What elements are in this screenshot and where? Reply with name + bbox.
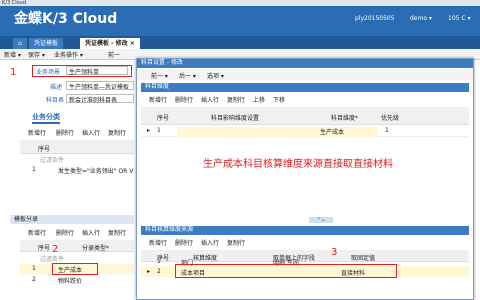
- close-icon[interactable]: ×: [130, 40, 135, 47]
- add-row-button[interactable]: 新增行: [28, 228, 46, 237]
- template-entry-title: 模板分录: [10, 215, 134, 224]
- account-dropdown[interactable]: demo ▾: [410, 15, 432, 22]
- filter-text: 过滤条件: [40, 157, 65, 164]
- delete-row-button[interactable]: 删除行: [175, 95, 193, 104]
- row-text: 发生类型="业务领出" OR V: [58, 168, 134, 175]
- table-row[interactable]: 2 物料跌价: [20, 276, 134, 286]
- nav-next[interactable]: 后一 ▾: [179, 71, 196, 80]
- insert-row-button[interactable]: 插入行: [82, 228, 100, 237]
- left-grid-header: 序号: [20, 140, 134, 154]
- dim-grid-header: 序号 科目影响维度设置 科目维度* 优先级: [141, 107, 469, 125]
- highlight-box-2: [52, 263, 98, 275]
- move-down-button[interactable]: 下移: [273, 95, 285, 104]
- copy-row-button[interactable]: 复制行: [227, 95, 245, 104]
- add-row-button[interactable]: 新增行: [149, 238, 167, 247]
- table-row[interactable]: 1 发生类型="业务领出" OR V: [20, 166, 134, 176]
- copy-row-button[interactable]: 复制行: [108, 228, 126, 237]
- move-up-button[interactable]: 上移: [253, 95, 265, 104]
- col-priority: 优先级: [381, 115, 400, 122]
- desc-input[interactable]: 生产领料单—凭证模板: [66, 81, 134, 90]
- row-no: 2: [32, 276, 36, 283]
- tab-voucher-template-edit[interactable]: 凭证模板 - 修改 ×: [80, 38, 140, 49]
- dialog-toolbar-2: 新增行 删除行 插入行 复制行: [141, 238, 469, 248]
- left-toolbar: 新增行 删除行 插入行 复制行: [20, 128, 134, 138]
- row-arrow: ▸: [147, 268, 151, 275]
- row-priority: 1: [385, 127, 389, 134]
- menu-save[interactable]: 保存 ▾: [28, 50, 45, 59]
- subject-settings-dialog: 科目设置 - 修改 前一 ▾ 后一 ▾ 选项 ▾ 科目维度 新增行 删除行 插入…: [136, 58, 474, 300]
- copy-row-button[interactable]: 复制行: [108, 128, 126, 137]
- chart-input[interactable]: 新会计准则科目表: [66, 94, 134, 104]
- row-no: 1: [157, 258, 161, 265]
- field-label-desc: 描述: [50, 84, 63, 91]
- row-no: 1: [157, 127, 161, 134]
- tab-voucher-template[interactable]: 凭证模板: [29, 38, 64, 49]
- col-seq: 序号: [38, 146, 51, 153]
- copy-row-button[interactable]: 复制行: [227, 238, 245, 247]
- lower-grid-header: 序号 分录类型*: [20, 240, 134, 252]
- add-row-button[interactable]: 新增行: [28, 128, 46, 137]
- home-tab[interactable]: ⌂: [13, 38, 27, 49]
- org-dropdown[interactable]: 105 C ▾: [448, 15, 470, 22]
- insert-row-button[interactable]: 插入行: [82, 128, 100, 137]
- tab-bar: [0, 36, 480, 49]
- lower-toolbar: 新增行 删除行 插入行 复制行: [20, 228, 134, 238]
- delete-row-button[interactable]: 删除行: [175, 238, 193, 247]
- dialog-title: 科目设置 - 修改: [137, 59, 473, 68]
- col-seq: 序号: [157, 115, 170, 122]
- delete-row-button[interactable]: 删除行: [56, 228, 74, 237]
- row-text: 物料跌价: [58, 278, 83, 285]
- nav-options[interactable]: 选项 ▾: [207, 71, 224, 80]
- row-no: 2: [157, 268, 161, 275]
- dialog-toolbar: 新增行 删除行 插入行 复制行 上移 下移: [141, 95, 469, 105]
- menu-new[interactable]: 新增 ▾: [4, 50, 21, 59]
- table-row[interactable]: ▸ 1 生产成本 1: [141, 127, 469, 137]
- col-dim-setting: 科目影响维度设置: [211, 115, 260, 122]
- user-name[interactable]: ply20150505: [355, 15, 395, 22]
- row-dim[interactable]: 生产成本: [177, 127, 377, 137]
- insert-row-button[interactable]: 插入行: [201, 95, 219, 104]
- left-filter-row[interactable]: 过滤条件: [20, 155, 134, 165]
- col-dim: 科目维度*: [331, 115, 359, 122]
- marker-1: 1: [10, 67, 17, 78]
- col-entry-type: 分录类型*: [82, 245, 110, 252]
- splitter-handle[interactable]: ⌃⌄: [309, 217, 333, 223]
- highlight-box-3: [175, 264, 397, 278]
- row-no: 1: [32, 166, 36, 173]
- section-subject-dimension: 科目维度: [141, 83, 469, 92]
- lower-filter-row[interactable]: 过滤条件: [20, 254, 134, 263]
- insert-row-button[interactable]: 插入行: [201, 238, 219, 247]
- section-dimension-source: 科目核算维度来源: [141, 226, 469, 235]
- brand-logo: 金蝶K/3 Cloud: [14, 11, 118, 27]
- row-no: 1: [32, 265, 36, 272]
- scene-input[interactable]: 生产领料单: [66, 66, 128, 76]
- field-label-chart: 科目表: [46, 97, 65, 104]
- field-label-scene: 业务场景: [36, 69, 61, 76]
- col-seq: 序号: [38, 245, 51, 252]
- row-arrow: ▸: [147, 127, 151, 134]
- menu-prev[interactable]: 前一: [108, 50, 120, 59]
- nav-prev[interactable]: 前一 ▾: [151, 71, 168, 80]
- dialog-nav: 前一 ▾ 后一 ▾ 选项 ▾: [137, 69, 473, 80]
- filter-text: 过滤条件: [40, 256, 65, 263]
- delete-row-button[interactable]: 删除行: [56, 128, 74, 137]
- add-row-button[interactable]: 新增行: [149, 95, 167, 104]
- menu-business-ops[interactable]: 业务操作 ▾: [54, 50, 83, 59]
- tab-label: 凭证模板 - 修改: [85, 40, 128, 47]
- section-business-category[interactable]: 业务分类: [32, 112, 60, 124]
- annotation-text: 生产成本科目核算维度来源直接取直接材料: [203, 159, 393, 170]
